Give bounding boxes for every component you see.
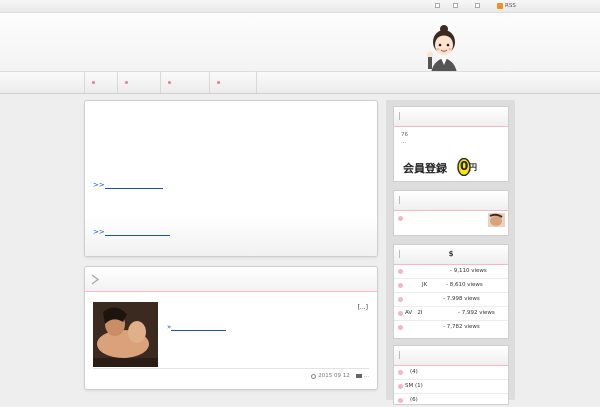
rss-icon <box>497 3 503 9</box>
intro-link-1[interactable]: >> <box>93 181 163 189</box>
sidebar-widget-recent <box>393 190 509 236</box>
member-count: 76 <box>401 132 408 138</box>
top-link-1[interactable] <box>435 3 440 8</box>
post-title-link[interactable]: » <box>167 323 227 331</box>
ranking-item[interactable]: - 7,998 views <box>394 293 508 307</box>
bullet-icon <box>92 81 95 84</box>
square-icon <box>435 3 440 8</box>
category-item[interactable]: (4) <box>394 366 508 380</box>
banner-number: 0 <box>460 159 469 173</box>
nav-item-2[interactable] <box>117 72 161 93</box>
bullet-icon <box>168 81 171 84</box>
category-item-label: SM (1) <box>405 383 423 389</box>
top-bar: RSS <box>0 0 600 13</box>
bullet-icon <box>217 81 220 84</box>
rss-label: RSS <box>505 3 516 9</box>
post-arrow-icon <box>91 274 100 285</box>
ranking-item[interactable]: - 7,782 views <box>394 321 508 334</box>
bullet-icon <box>398 297 403 302</box>
nav-item-1[interactable] <box>84 72 118 93</box>
ranking-item-label: AV 2I <box>405 310 423 316</box>
square-icon <box>475 3 480 8</box>
widget-header: $ <box>394 245 508 265</box>
header-bar <box>399 196 400 204</box>
panel-fade <box>85 216 377 256</box>
intro-link-2[interactable]: >> <box>93 228 170 236</box>
ranking-item[interactable]: - 9,110 views <box>394 265 508 279</box>
ranking-item-views: - 9,110 views <box>450 268 487 274</box>
post-divider <box>93 368 369 369</box>
sidebar: 76 ... 会員登録 0 円 $ - 9,110 views JK - 8,6… <box>386 100 515 405</box>
bullet-icon <box>398 216 403 221</box>
post-header <box>85 267 377 292</box>
nav-item-3[interactable] <box>160 72 210 93</box>
recent-thumbnail-image[interactable] <box>488 213 505 227</box>
clock-icon <box>311 373 317 379</box>
widget-header <box>394 191 508 211</box>
signup-banner[interactable]: 会員登録 0 円 <box>403 158 477 176</box>
category-item-label: (4) <box>410 369 418 375</box>
intro-link-2-label: >> <box>93 228 105 236</box>
member-ellipsis: ... <box>401 139 407 145</box>
nav-item-4[interactable] <box>209 72 257 93</box>
bullet-icon <box>398 384 403 389</box>
post-thumbnail-image[interactable] <box>93 302 158 367</box>
post-title-underline <box>171 324 227 331</box>
header-bar <box>399 351 400 359</box>
header-bar <box>399 112 400 120</box>
post-category[interactable]: ... <box>364 373 369 379</box>
intro-panel: >> >> <box>84 100 378 257</box>
banner-text: 会員登録 <box>403 162 447 175</box>
intro-link-1-label: >> <box>93 181 105 189</box>
ranking-item-views: - 8,610 views <box>446 282 483 288</box>
top-link-3[interactable] <box>475 3 480 8</box>
sidebar-widget-members: 76 ... 会員登録 0 円 <box>393 106 509 182</box>
category-item-label: (6) <box>410 397 418 403</box>
square-icon <box>453 3 458 8</box>
rss-link[interactable]: RSS <box>497 3 516 9</box>
post-panel: [...] » 2015 09 12 ... <box>84 266 378 390</box>
bullet-icon <box>398 283 403 288</box>
ranking-item-label: JK <box>422 282 428 288</box>
main-nav <box>0 71 600 94</box>
folder-icon <box>355 374 362 378</box>
widget-header <box>394 346 508 366</box>
category-item[interactable]: SM (1) <box>394 380 508 394</box>
post-meta: 2015 09 12 ... <box>311 373 369 379</box>
post-date: 2015 09 12 <box>318 373 350 379</box>
intro-link-1-underline <box>104 182 163 189</box>
ranking-item[interactable]: JK - 8,610 views <box>394 279 508 293</box>
read-more[interactable]: [...] <box>358 304 368 311</box>
widget-header <box>394 107 508 127</box>
bullet-icon <box>125 81 128 84</box>
ranking-item-views: - 7,782 views <box>443 324 480 330</box>
ranking-title: $ <box>448 250 454 258</box>
bullet-icon <box>398 311 403 316</box>
bullet-icon <box>398 269 403 274</box>
ranking-item-views: - 7,998 views <box>443 296 480 302</box>
intro-link-2-underline <box>104 229 170 236</box>
ranking-item[interactable]: AV 2I - 7,992 views <box>394 307 508 321</box>
category-item[interactable]: (6) <box>394 394 508 407</box>
ranking-item-views: - 7,992 views <box>458 310 495 316</box>
bullet-icon <box>398 398 403 403</box>
sidebar-widget-ranking: $ - 9,110 views JK - 8,610 views - 7,998… <box>393 244 509 339</box>
top-link-2[interactable] <box>453 3 458 8</box>
banner-yen: 円 <box>469 163 477 172</box>
bullet-icon <box>398 370 403 375</box>
sidebar-widget-categories: (4) SM (1) (6) <box>393 345 509 405</box>
site-header <box>0 13 600 83</box>
bullet-icon <box>398 325 403 330</box>
